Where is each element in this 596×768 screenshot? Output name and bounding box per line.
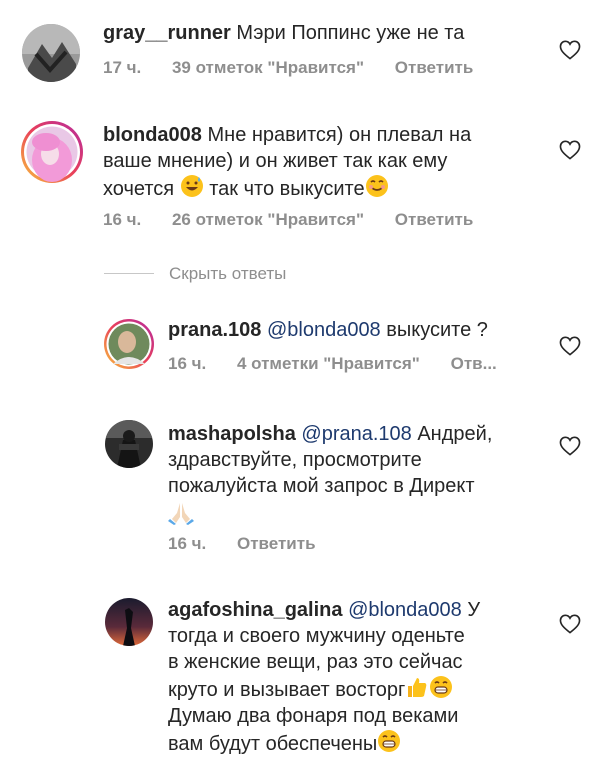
reply-text-line: здравствуйте, просмотрите — [168, 449, 422, 471]
reply-text-line: Думаю два фонаря под веками — [168, 705, 459, 727]
smiling-face-emoji — [365, 175, 388, 197]
reply-username[interactable]: agafoshina_galina — [168, 599, 343, 621]
grinning-sweat-emoji — [180, 175, 203, 197]
comment-text-line: ваше мнение) и он живет так как ему — [103, 150, 448, 172]
avatar[interactable] — [105, 598, 153, 646]
heart-outline-icon[interactable] — [559, 40, 581, 60]
grinning-face-emoji — [378, 730, 401, 752]
mention-link[interactable]: @blonda008 — [348, 599, 462, 621]
reply-text-line: пожалуйста мой запрос в Директ — [168, 475, 475, 497]
reply-text-line: тогда и своего мужчину оденьте — [168, 625, 465, 647]
comment-text-line: Мне нравится) он плевал на — [207, 124, 472, 146]
reply-button[interactable]: Ответить — [395, 210, 474, 229]
comment-text-line: хочется — [103, 178, 175, 200]
reply-time: 16 ч. — [168, 354, 207, 373]
folded-hands-emoji — [168, 503, 194, 525]
heart-outline-icon[interactable] — [559, 614, 581, 634]
reply-username[interactable]: mashapolsha — [168, 423, 296, 445]
reply-button[interactable]: Ответить — [237, 534, 316, 553]
reply-button[interactable]: Отв... — [451, 354, 497, 373]
mention-link[interactable]: @blonda008 — [267, 319, 381, 341]
thumbs-up-emoji — [408, 678, 427, 697]
hide-replies-button[interactable]: Скрыть ответы — [104, 262, 404, 286]
heart-outline-icon[interactable] — [559, 436, 581, 456]
reply-text-line: в женские вещи, раз это сейчас — [168, 651, 463, 673]
comment-likes-count[interactable]: 39 отметок "Нравится" — [172, 58, 364, 77]
reply-agafoshina-galina: agafoshina_galina @blonda008 У тогда и с… — [0, 590, 596, 768]
avatar[interactable] — [20, 120, 84, 184]
heart-outline-icon[interactable] — [559, 336, 581, 356]
hide-replies-label: Скрыть ответы — [169, 264, 287, 283]
comment-time: 16 ч. — [103, 210, 142, 229]
comment-blonda008: blonda008 Мне нравится) он плевал на ваш… — [0, 110, 596, 250]
reply-mashapolsha: mashapolsha @prana.108 Андрей, здравству… — [0, 412, 596, 562]
mention-link[interactable]: @prana.108 — [301, 423, 411, 445]
comments-screen: gray__runner Мэри Поппинс уже не та 17 ч… — [0, 0, 596, 768]
reply-username[interactable]: prana.108 — [168, 319, 261, 341]
comment-time: 17 ч. — [103, 58, 142, 77]
reply-text-line: вам будут обеспечены — [168, 733, 378, 755]
reply-text-line: У — [467, 599, 481, 621]
reply-text-line: Андрей, — [417, 423, 493, 445]
reply-prana-108: prana.108 @blonda008 выкусите ? 16 ч. 4 … — [0, 310, 596, 390]
comment-text: Мэри Поппинс уже не та — [236, 22, 465, 44]
grinning-face-emoji — [430, 676, 453, 698]
comment-username[interactable]: gray__runner — [103, 22, 231, 44]
divider-line — [104, 273, 154, 274]
reply-likes-count[interactable]: 4 отметки "Нравится" — [237, 354, 420, 373]
reply-text-line: круто и вызывает восторг — [168, 679, 406, 701]
avatar[interactable] — [103, 318, 155, 370]
reply-text: выкусите ? — [386, 319, 488, 341]
reply-time: 16 ч. — [168, 534, 207, 553]
heart-outline-icon[interactable] — [559, 140, 581, 160]
comment-likes-count[interactable]: 26 отметок "Нравится" — [172, 210, 364, 229]
comment-username[interactable]: blonda008 — [103, 124, 202, 146]
avatar[interactable] — [105, 420, 153, 468]
comment-text-line: так что выкусите — [209, 178, 365, 200]
avatar[interactable] — [22, 24, 80, 82]
comment-gray-runner: gray__runner Мэри Поппинс уже не та 17 ч… — [0, 0, 596, 100]
reply-button[interactable]: Ответить — [395, 58, 474, 77]
